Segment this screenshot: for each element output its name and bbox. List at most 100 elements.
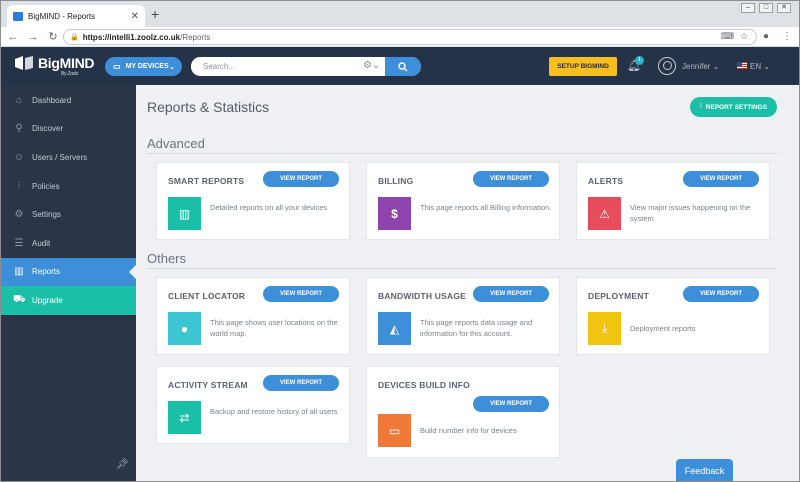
url-host: https://intelli1.zoolz.co.uk xyxy=(82,32,181,42)
sliders-icon: ⫶ xyxy=(699,103,702,110)
divider xyxy=(147,153,777,154)
sidebar-item-label: Audit xyxy=(32,238,51,248)
card-title: DEPLOYMENT xyxy=(588,291,650,301)
sidebar-item-label: Upgrade xyxy=(32,295,63,305)
card-title: DEVICES BUILD INFO xyxy=(378,380,470,390)
sidebar-item-reports[interactable]: ▥ Reports xyxy=(1,257,137,287)
monitor-icon: ▭ xyxy=(378,414,411,447)
search-options-gear-icon[interactable]: ⚙⌄ xyxy=(363,60,380,71)
lock-icon: 🔒 xyxy=(70,34,79,41)
globe-icon: ● xyxy=(168,312,201,345)
dollar-icon: $ xyxy=(378,197,411,230)
view-report-button[interactable]: VIEW REPORT xyxy=(473,171,549,187)
logo-subtitle: By Zoolz xyxy=(61,71,79,77)
warning-icon: ⚠ xyxy=(588,197,621,230)
view-report-button[interactable]: VIEW REPORT xyxy=(263,286,339,302)
close-window-button[interactable]: ✕ xyxy=(777,3,791,13)
pin-icon[interactable]: 📌︎ xyxy=(116,459,129,470)
url-path: /Reports xyxy=(180,32,211,42)
report-card-alerts: ALERTS VIEW REPORT ⚠ View major issues h… xyxy=(576,162,770,240)
search-button[interactable] xyxy=(385,57,421,76)
avatar[interactable] xyxy=(658,57,676,75)
user-name: Jennifer xyxy=(682,62,711,71)
back-icon[interactable]: ← xyxy=(5,31,21,43)
card-description: This page reports all Billing informatio… xyxy=(420,203,552,212)
card-description: Deployment reports xyxy=(630,324,696,333)
gear-icon: ⚙ xyxy=(14,209,24,221)
language-label: EN xyxy=(750,62,762,71)
cart-icon: ⛟ xyxy=(13,293,26,305)
view-report-button[interactable]: VIEW REPORT xyxy=(263,375,339,391)
my-devices-label: MY DEVICES xyxy=(125,63,169,70)
tab-title: BigMIND - Reports xyxy=(28,11,96,21)
sidebar-item-users-servers[interactable]: ☺ Users / Servers xyxy=(1,143,136,172)
bookmark-star-icon[interactable]: ☆ xyxy=(740,31,748,42)
forward-icon[interactable]: → xyxy=(25,31,41,43)
card-description: Detailed reports on all your devices xyxy=(210,203,328,212)
report-card-deployment: DEPLOYMENT VIEW REPORT ⤓ Deployment repo… xyxy=(576,277,770,355)
card-description: This page reports data usage and informa… xyxy=(420,318,533,338)
view-report-button[interactable]: VIEW REPORT xyxy=(683,171,759,187)
sidebar-item-discover[interactable]: ⚲ Discover xyxy=(1,115,136,144)
sidebar-item-label: Settings xyxy=(32,210,61,220)
browser-window: BigMIND - Reports ✕ + – □ ✕ ← → ↻ 🔒 http… xyxy=(0,0,800,482)
view-report-button[interactable]: VIEW REPORT xyxy=(473,396,549,412)
section-title-others: Others xyxy=(147,251,187,266)
chevron-down-icon: ⌄ xyxy=(169,63,175,71)
profile-icon[interactable]: ● xyxy=(763,31,769,42)
sidebar-item-label: Policies xyxy=(32,181,60,191)
bar-chart-icon: ▥ xyxy=(14,266,24,278)
new-tab-button[interactable]: + xyxy=(151,6,159,22)
view-report-button[interactable]: VIEW REPORT xyxy=(683,286,759,302)
card-description: Backup and restore history of all users xyxy=(210,407,338,416)
tab-strip: BigMIND - Reports ✕ + – □ ✕ xyxy=(1,1,799,27)
sidebar-item-settings[interactable]: ⚙ Settings xyxy=(1,200,136,229)
maximize-button[interactable]: □ xyxy=(759,3,773,13)
report-settings-button[interactable]: ⫶ REPORT SETTINGS xyxy=(690,97,777,117)
card-title: ACTIVITY STREAM xyxy=(168,380,248,390)
setup-bigmind-button[interactable]: SETUP BIGMIND xyxy=(549,57,617,76)
section-title-advanced: Advanced xyxy=(147,136,205,151)
page-title: Reports & Statistics xyxy=(147,99,270,115)
app-header: BigMIND By Zoolz ▭ MY DEVICES ⌄ ⚙⌄ SETUP… xyxy=(1,47,799,85)
sliders-icon: ⫶ xyxy=(17,180,21,192)
minimize-button[interactable]: – xyxy=(741,3,755,13)
sidebar-item-upgrade[interactable]: ⛟ Upgrade xyxy=(1,286,136,315)
us-flag-icon xyxy=(737,62,747,69)
view-report-button[interactable]: VIEW REPORT xyxy=(473,286,549,302)
report-card-bandwidth-usage: BANDWIDTH USAGE VIEW REPORT ◭ This page … xyxy=(366,277,560,355)
sidebar-item-label: Discover xyxy=(32,124,64,134)
browser-tab[interactable]: BigMIND - Reports ✕ xyxy=(7,5,145,27)
translate-icon[interactable]: ⌨ xyxy=(721,31,734,42)
card-title: SMART REPORTS xyxy=(168,176,245,186)
my-devices-button[interactable]: ▭ MY DEVICES ⌄ xyxy=(105,57,182,76)
address-bar: ← → ↻ 🔒 https://intelli1.zoolz.co.uk/Rep… xyxy=(1,27,799,47)
card-description: This page shows user locations on the wo… xyxy=(210,318,338,338)
area-chart-icon: ◭ xyxy=(378,312,411,345)
user-menu[interactable]: Jennifer ⌄ xyxy=(682,62,719,71)
menu-dots-icon[interactable]: ⋮ xyxy=(782,31,792,42)
search-box: ⚙⌄ xyxy=(191,57,421,76)
sidebar-item-label: Users / Servers xyxy=(32,152,88,162)
reload-icon[interactable]: ↻ xyxy=(45,30,61,43)
card-title: BANDWIDTH USAGE xyxy=(378,291,466,301)
home-icon: ⌂ xyxy=(15,94,23,106)
bigmind-logo[interactable]: BigMIND By Zoolz xyxy=(15,55,95,77)
report-card-smart-reports: SMART REPORTS VIEW REPORT ▥ Detailed rep… xyxy=(156,162,350,240)
search-input[interactable] xyxy=(191,57,356,76)
feedback-button[interactable]: Feedback xyxy=(676,459,733,481)
sidebar-item-policies[interactable]: ⫶ Policies xyxy=(1,172,136,201)
sidebar-item-label: Dashboard xyxy=(32,95,72,105)
card-title: CLIENT LOCATOR xyxy=(168,291,246,301)
sidebar-item-audit[interactable]: ☰ Audit xyxy=(1,229,136,258)
sidebar-item-dashboard[interactable]: ⌂ Dashboard xyxy=(1,86,136,115)
divider xyxy=(147,268,777,269)
close-tab-icon[interactable]: ✕ xyxy=(131,11,139,22)
url-field[interactable]: 🔒 https://intelli1.zoolz.co.uk/Reports ⌨… xyxy=(63,29,757,45)
language-selector[interactable]: EN ⌄ xyxy=(750,62,770,71)
laptop-icon: ▭ xyxy=(113,62,121,71)
view-report-button[interactable]: VIEW REPORT xyxy=(263,171,339,187)
bar-chart-icon: ▥ xyxy=(168,197,201,230)
report-card-billing: BILLING VIEW REPORT $ This page reports … xyxy=(366,162,560,240)
logo-icon xyxy=(15,56,33,70)
